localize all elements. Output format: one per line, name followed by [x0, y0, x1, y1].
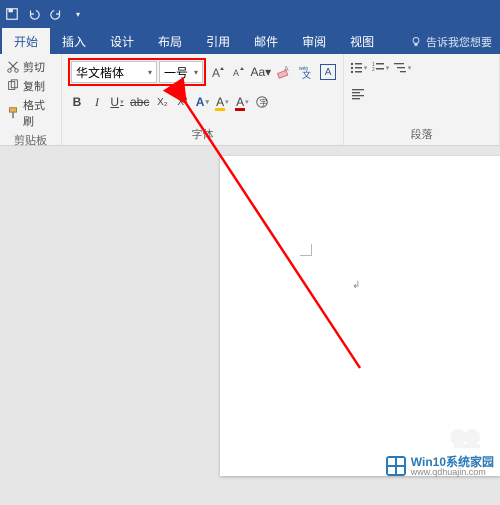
bullet-list-button[interactable]: ▾ — [348, 58, 368, 78]
tab-insert[interactable]: 插入 — [50, 28, 98, 54]
group-paragraph-label: 段落 — [348, 124, 495, 145]
lightbulb-icon — [410, 36, 422, 48]
grow-font-button[interactable]: A — [210, 61, 226, 83]
tab-design[interactable]: 设计 — [98, 28, 146, 54]
tab-view[interactable]: 视图 — [338, 28, 386, 54]
subscript-button[interactable]: X₂ — [153, 92, 171, 112]
tab-references[interactable]: 引用 — [194, 28, 242, 54]
multilevel-list-button[interactable]: ▾ — [392, 58, 412, 78]
ribbon: 剪切 复制 格式刷 剪贴板 华文楷体 ▾ 一 — [0, 54, 500, 146]
scissors-icon — [6, 60, 20, 74]
font-size-combo[interactable]: 一号 ▾ — [159, 61, 203, 83]
superscript-button[interactable]: X² — [173, 92, 191, 112]
tell-me-search[interactable]: 告诉我您想要 — [404, 30, 498, 54]
change-case-label: Aa — [250, 65, 265, 79]
clear-format-button[interactable]: A — [276, 61, 294, 83]
phonetic-icon: wén文 — [298, 64, 314, 80]
redo-icon[interactable] — [48, 6, 64, 22]
phonetic-guide-button[interactable]: wén文 — [297, 61, 315, 83]
text-cursor-mark: ↲ — [352, 280, 360, 291]
bullet-list-icon — [349, 61, 363, 75]
tab-layout[interactable]: 布局 — [146, 28, 194, 54]
shrink-font-icon: A — [230, 64, 246, 80]
align-left-button[interactable] — [348, 84, 368, 104]
align-left-icon — [351, 87, 365, 101]
svg-text:文: 文 — [302, 69, 311, 80]
title-bar: ▾ — [0, 0, 500, 28]
char-border-button[interactable]: A — [319, 61, 337, 83]
font-name-value: 华文楷体 — [76, 64, 124, 81]
multilevel-icon — [393, 61, 407, 75]
tell-me-label: 告诉我您想要 — [426, 34, 492, 50]
watermark-url: www.qdhuajin.com — [411, 468, 494, 477]
watermark: Win10系统家园 www.qdhuajin.com — [385, 455, 494, 477]
watermark-ghost-icon — [444, 424, 492, 455]
svg-text:A: A — [212, 66, 220, 80]
change-case-button[interactable]: Aa▾ — [250, 61, 271, 83]
format-painter-button[interactable]: 格式刷 — [6, 96, 55, 130]
number-list-icon: 12 — [371, 61, 385, 75]
workspace-gutter — [0, 146, 220, 505]
font-size-value: 一号 — [164, 64, 188, 81]
format-painter-label: 格式刷 — [23, 97, 55, 129]
grow-font-icon: A — [210, 64, 226, 80]
qat-dropdown-icon[interactable]: ▾ — [70, 6, 86, 22]
highlight-button[interactable]: A▾ — [213, 92, 231, 112]
svg-text:A: A — [233, 68, 239, 78]
strike-button[interactable]: abc — [128, 92, 151, 112]
group-font: 华文楷体 ▾ 一号 ▾ A A Aa▾ — [62, 54, 344, 145]
paintbrush-icon — [6, 106, 20, 120]
char-border-a: A — [325, 67, 332, 78]
circled-char-button[interactable]: 字 — [253, 92, 271, 112]
annotation-highlight-box: 华文楷体 ▾ 一号 ▾ — [68, 58, 206, 86]
tab-review[interactable]: 审阅 — [290, 28, 338, 54]
tab-home[interactable]: 开始 — [2, 28, 50, 54]
ribbon-tabs: 开始 插入 设计 布局 引用 邮件 审阅 视图 告诉我您想要 — [0, 28, 500, 54]
cut-label: 剪切 — [23, 59, 45, 75]
margin-crop-mark — [300, 244, 312, 256]
chevron-down-icon: ▾ — [148, 68, 152, 77]
svg-text:2: 2 — [372, 67, 375, 73]
number-list-button[interactable]: 12▾ — [370, 58, 390, 78]
copy-button[interactable]: 复制 — [6, 77, 55, 95]
font-color-button[interactable]: A▾ — [233, 92, 251, 112]
group-font-label: 字体 — [68, 124, 337, 145]
chevron-down-icon: ▾ — [194, 68, 198, 77]
document-workspace: ↲ — [0, 146, 500, 505]
copy-icon — [6, 79, 20, 93]
undo-icon[interactable] — [26, 6, 42, 22]
group-paragraph: ▾ 12▾ ▾ 段落 — [344, 54, 500, 145]
italic-button[interactable]: I — [88, 92, 106, 112]
text-effects-button[interactable]: A▾ — [193, 92, 211, 112]
tab-mailings[interactable]: 邮件 — [242, 28, 290, 54]
eraser-icon: A — [276, 64, 292, 80]
copy-label: 复制 — [23, 78, 45, 94]
group-clipboard: 剪切 复制 格式刷 剪贴板 — [0, 54, 62, 145]
shrink-font-button[interactable]: A — [230, 61, 246, 83]
circled-icon: 字 — [255, 95, 269, 109]
quick-access-toolbar: ▾ — [4, 6, 86, 22]
cut-button[interactable]: 剪切 — [6, 58, 55, 76]
bold-button[interactable]: B — [68, 92, 86, 112]
save-icon[interactable] — [4, 6, 20, 22]
underline-button[interactable]: U▾ — [108, 92, 126, 112]
svg-text:A: A — [284, 66, 289, 73]
font-name-combo[interactable]: 华文楷体 ▾ — [71, 61, 157, 83]
watermark-logo-icon — [385, 455, 407, 477]
watermark-title: Win10系统家园 — [411, 456, 494, 468]
svg-text:字: 字 — [260, 98, 268, 108]
